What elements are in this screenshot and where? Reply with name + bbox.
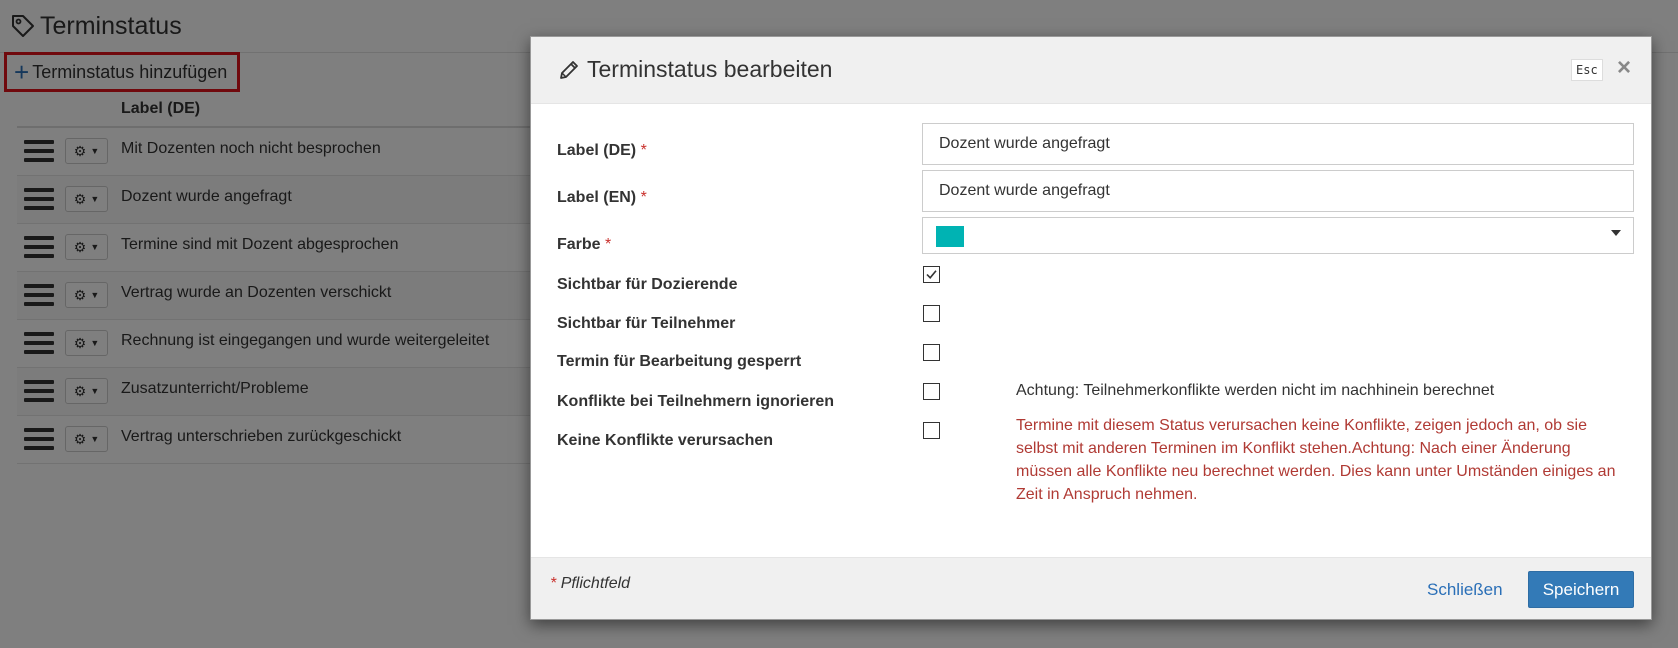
edit-terminstatus-modal: Terminstatus bearbeiten Esc × Label (DE)… (530, 36, 1652, 620)
modal-body: Label (DE) * Dozent wurde angefragt Labe… (531, 105, 1651, 597)
save-button[interactable]: Speichern (1528, 571, 1634, 608)
label-en-label: Label (EN) * (557, 189, 647, 206)
modal-header: Terminstatus bearbeiten Esc × (531, 37, 1651, 104)
locked-checkbox[interactable] (923, 344, 940, 361)
ignore-conflicts-note: Achtung: Teilnehmerkonflikte werden nich… (1016, 382, 1495, 399)
no-conflicts-label: Keine Konflikte verursachen (557, 432, 774, 449)
chevron-down-icon (1611, 230, 1621, 236)
ignore-conflicts-checkbox[interactable] (923, 383, 940, 400)
visible-lecturers-checkbox[interactable] (923, 266, 940, 283)
modal-title-text: Terminstatus bearbeiten (587, 56, 833, 82)
visible-lecturers-label: Sichtbar für Dozierende (557, 276, 738, 293)
close-icon[interactable]: × (1617, 54, 1631, 82)
no-conflicts-warning: Termine mit diesem Status verursachen ke… (1016, 417, 1616, 503)
color-swatch (936, 226, 964, 247)
ignore-conflicts-label: Konflikte bei Teilnehmern ignorieren (557, 393, 835, 410)
required-footnote: * Pflichtfeld (550, 575, 631, 592)
visible-participants-checkbox[interactable] (923, 305, 940, 322)
label-en-input[interactable]: Dozent wurde angefragt (922, 170, 1634, 212)
no-conflicts-checkbox[interactable] (923, 422, 940, 439)
pencil-icon (560, 60, 578, 79)
color-label: Farbe * (557, 236, 612, 253)
color-select[interactable] (922, 217, 1634, 254)
close-button[interactable]: Schließen (1427, 580, 1503, 600)
label-de-input[interactable]: Dozent wurde angefragt (922, 123, 1634, 165)
checkmark-icon (926, 270, 937, 279)
locked-label: Termin für Bearbeitung gesperrt (557, 353, 802, 370)
modal-footer: * Pflichtfeld Schließen Speichern (531, 557, 1651, 619)
esc-hint-badge: Esc (1571, 59, 1603, 81)
label-de-label: Label (DE) * (557, 142, 647, 159)
modal-title: Terminstatus bearbeiten (557, 56, 832, 83)
visible-participants-label: Sichtbar für Teilnehmer (557, 315, 736, 332)
